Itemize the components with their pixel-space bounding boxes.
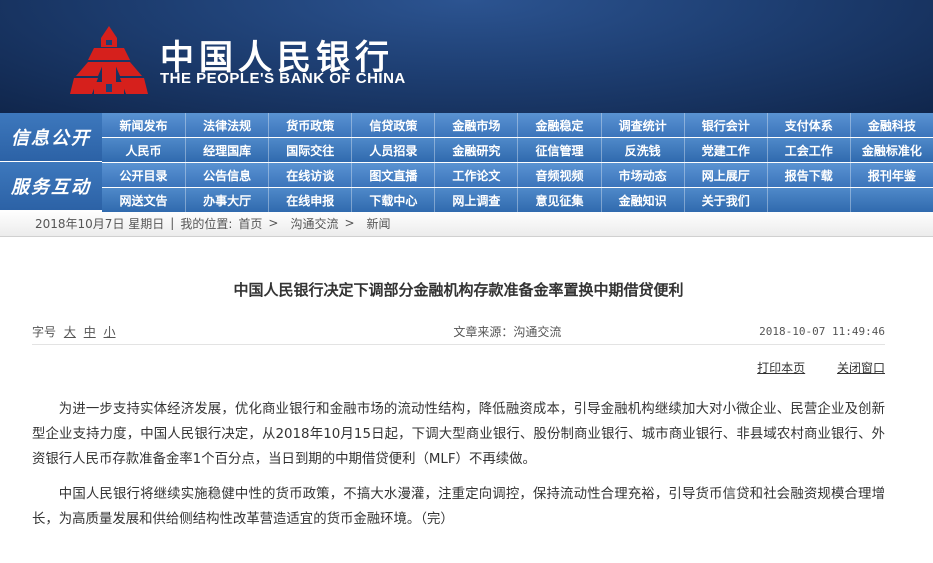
nav-row: 新闻发布 法律法规 货币政策 信贷政策 金融市场 金融稳定 调查统计 银行会计 支付体系 金融科技: [102, 113, 933, 137]
nav-item: [766, 188, 850, 212]
nav-item[interactable]: 网送文告: [102, 188, 185, 212]
nav-item[interactable]: 金融稳定: [517, 113, 600, 137]
nav-item[interactable]: 关于我们: [683, 188, 767, 212]
nav-item[interactable]: 法律法规: [185, 113, 268, 137]
nav-item[interactable]: 公告信息: [185, 163, 268, 187]
article-meta: 字号 大 中 小 文章来源：沟通交流 2018-10-07 11:49:46: [32, 323, 885, 345]
nav-item[interactable]: 意见征集: [517, 188, 600, 212]
nav-item[interactable]: 货币政策: [268, 113, 351, 137]
breadcrumb-level1[interactable]: 沟通交流: [290, 215, 338, 232]
close-window-link[interactable]: 关闭窗口: [837, 361, 885, 375]
nav-item[interactable]: 人民币: [102, 138, 185, 162]
nav-item[interactable]: 党建工作: [683, 138, 767, 162]
breadcrumb-level2[interactable]: 新闻: [367, 215, 391, 232]
site-title-en: THE PEOPLE'S BANK OF CHINA: [160, 70, 406, 87]
breadcrumb-arrow: >: [268, 216, 279, 230]
current-date: 2018年10月7日 星期日: [35, 216, 165, 231]
nav-item[interactable]: 下载中心: [351, 188, 434, 212]
nav-item[interactable]: 金融科技: [849, 113, 933, 137]
nav-item[interactable]: 人员招录: [351, 138, 434, 162]
breadcrumb-sep: |: [170, 216, 175, 230]
article-source: 文章来源：沟通交流: [453, 325, 562, 339]
nav-item[interactable]: 网上调查: [434, 188, 517, 212]
nav-row: 人民币 经理国库 国际交往 人员招录 金融研究 征信管理 反洗钱 党建工作 工会工作 金融标准化: [102, 138, 933, 162]
nav-item[interactable]: 办事大厅: [185, 188, 268, 212]
main-nav: 信息公开 服务互动 新闻发布 法律法规 货币政策 信贷政策 金融市场 金融稳定 调查统计 银行…: [0, 113, 933, 213]
breadcrumb: 2018年10月7日 星期日 | 我的位置: 首页 > 沟通交流 > 新闻: [0, 210, 933, 237]
nav-row: 网送文告 办事大厅 在线申报 下载中心 网上调查 意见征集 金融知识 关于我们: [102, 188, 933, 212]
nav-item[interactable]: 音频视频: [517, 163, 600, 187]
breadcrumb-arrow: >: [344, 216, 355, 230]
font-medium-link[interactable]: 中: [84, 325, 96, 339]
nav-section-service[interactable]: 服务互动: [0, 162, 102, 210]
nav-item[interactable]: 报告下载: [766, 163, 850, 187]
nav-section-info[interactable]: 信息公开: [0, 113, 102, 161]
font-large-link[interactable]: 大: [64, 325, 76, 339]
nav-item[interactable]: 工会工作: [766, 138, 850, 162]
pboc-logo-icon[interactable]: [70, 24, 148, 98]
nav-item[interactable]: 报刊年鉴: [849, 163, 933, 187]
font-small-link[interactable]: 小: [104, 325, 116, 339]
nav-item[interactable]: 在线访谈: [268, 163, 351, 187]
article-tools: 打印本页 关闭窗口: [32, 359, 885, 377]
nav-item[interactable]: 图文直播: [351, 163, 434, 187]
nav-item[interactable]: 市场动态: [600, 163, 684, 187]
article: 中国人民银行决定下调部分金融机构存款准备金率置换中期借贷便利 字号 大 中 小 …: [0, 279, 933, 532]
nav-item[interactable]: 工作论文: [434, 163, 517, 187]
nav-item[interactable]: 国际交往: [268, 138, 351, 162]
nav-item: [849, 188, 933, 212]
nav-item[interactable]: 新闻发布: [102, 113, 185, 137]
nav-item[interactable]: 网上展厅: [683, 163, 767, 187]
nav-grid: 新闻发布 法律法规 货币政策 信贷政策 金融市场 金融稳定 调查统计 银行会计 支付体系 金融科技…: [102, 113, 933, 213]
article-paragraph: 为进一步支持实体经济发展，优化商业银行和金融市场的流动性结构，降低融资成本，引导…: [32, 402, 885, 467]
nav-item[interactable]: 银行会计: [683, 113, 767, 137]
print-page-link[interactable]: 打印本页: [757, 361, 805, 375]
site-header: 中国人民银行 THE PEOPLE'S BANK OF CHINA: [0, 0, 933, 113]
nav-item[interactable]: 金融研究: [434, 138, 517, 162]
nav-item[interactable]: 经理国库: [185, 138, 268, 162]
article-paragraph: 中国人民银行将继续实施稳健中性的货币政策，不搞大水漫灌，注重定向调控，保持流动性…: [32, 487, 885, 527]
nav-item[interactable]: 在线申报: [268, 188, 351, 212]
location-label: 我的位置:: [180, 216, 233, 231]
font-size-label: 字号: [32, 325, 57, 339]
nav-item[interactable]: 公开目录: [102, 163, 185, 187]
font-size-controls: 字号 大 中 小: [32, 323, 116, 340]
nav-item[interactable]: 信贷政策: [351, 113, 434, 137]
nav-item[interactable]: 金融标准化: [849, 138, 933, 162]
nav-item[interactable]: 调查统计: [600, 113, 684, 137]
nav-item[interactable]: 反洗钱: [600, 138, 684, 162]
article-title: 中国人民银行决定下调部分金融机构存款准备金率置换中期借贷便利: [233, 281, 684, 299]
nav-row: 公开目录 公告信息 在线访谈 图文直播 工作论文 音频视频 市场动态 网上展厅 报告下载 报刊年鉴: [102, 163, 933, 187]
nav-item[interactable]: 支付体系: [766, 113, 850, 137]
article-datetime: 2018-10-07 11:49:46: [759, 325, 885, 338]
nav-item[interactable]: 金融知识: [600, 188, 684, 212]
article-body: 为进一步支持实体经济发展，优化商业银行和金融市场的流动性结构，降低融资成本，引导…: [32, 397, 885, 532]
breadcrumb-home[interactable]: 首页: [238, 215, 262, 232]
nav-item[interactable]: 征信管理: [517, 138, 600, 162]
nav-item[interactable]: 金融市场: [434, 113, 517, 137]
